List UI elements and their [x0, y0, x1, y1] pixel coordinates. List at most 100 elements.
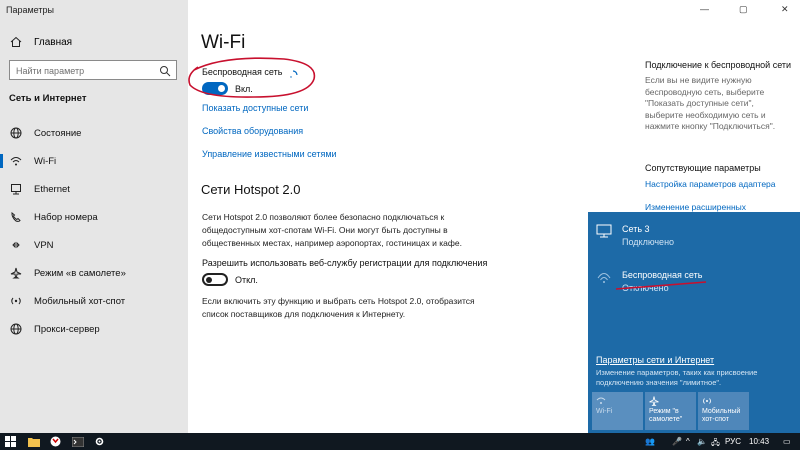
sidebar-item-hotspot[interactable]: Мобильный хот-спот: [0, 287, 188, 315]
maximize-button[interactable]: ▢: [739, 4, 748, 15]
hotspot-desc-line: общественных местах, например аэропортах…: [202, 238, 462, 248]
sidebar-item-airplane[interactable]: Режим «в самолете»: [0, 259, 188, 287]
sidebar-item-label: Wi-Fi: [34, 155, 57, 167]
sidebar-item-wifi[interactable]: Wi-Fi: [0, 147, 188, 175]
tile-label: Мобильный хот-спот: [702, 408, 741, 423]
settings-taskbar-button[interactable]: [93, 435, 106, 448]
sidebar-item-vpn[interactable]: VPN: [0, 231, 188, 259]
hotspot-note-line: список поставщиков для подключения к Инт…: [202, 309, 406, 319]
start-button[interactable]: [4, 435, 17, 448]
app-title: Параметры: [6, 5, 54, 15]
home-label: Главная: [34, 36, 73, 48]
language-indicator[interactable]: РУС: [725, 437, 741, 446]
hotspot-toggle-state: Откл.: [235, 275, 258, 285]
globe-icon: [10, 127, 22, 139]
help-line: Если вы не видите нужную: [645, 75, 752, 85]
hotspot-toggle[interactable]: [202, 273, 228, 286]
sidebar-item-label: Набор номера: [34, 211, 98, 223]
tile-wifi[interactable]: Wi-Fi: [592, 392, 643, 430]
phone-icon: [10, 211, 22, 223]
show-networks-link[interactable]: Показать доступные сети: [202, 103, 308, 113]
search-input[interactable]: [10, 62, 150, 80]
flyout-note: Изменение параметров, таких как присвоен…: [596, 368, 758, 387]
wifi-icon: [596, 397, 606, 404]
hardware-properties-link[interactable]: Свойства оборудования: [202, 126, 303, 136]
section-title: Сеть и Интернет: [9, 93, 87, 104]
adapter-settings-link[interactable]: Настройка параметров адаптера: [645, 179, 776, 189]
network-status: Подключено: [622, 237, 675, 247]
help-line: "Показать доступные сети",: [645, 98, 754, 108]
home-icon: [10, 36, 22, 48]
network-text: Сеть 3 Подключено: [622, 224, 674, 247]
sidebar-item-status[interactable]: Состояние: [0, 119, 188, 147]
sidebar-item-label: Состояние: [34, 127, 82, 139]
sidebar-item-label: Мобильный хот-спот: [34, 295, 126, 307]
wifi-off-icon: [597, 273, 611, 283]
sidebar-item-proxy[interactable]: Прокси-сервер: [0, 315, 188, 343]
sidebar-item-dialup[interactable]: Набор номера: [0, 203, 188, 231]
help-line: выберите необходимую сеть и: [645, 109, 766, 120]
system-tray-chevron-icon[interactable]: ^: [686, 437, 690, 446]
hotspot-icon: [10, 295, 22, 307]
network-name: Сеть 3: [622, 224, 650, 234]
hotspot-desc-line: Сети Hotspot 2.0 позволяют более безопас…: [202, 212, 445, 222]
gear-icon: [95, 437, 104, 446]
vpn-icon: [10, 239, 22, 251]
hotspot-description: Сети Hotspot 2.0 позволяют более безопас…: [202, 211, 462, 250]
airplane-icon: [10, 267, 22, 279]
hotspot-registration-label: Разрешить использовать веб-службу регист…: [202, 258, 488, 268]
annotation-ellipse: [188, 57, 316, 98]
sidebar-item-label: Режим «в самолете»: [34, 267, 126, 279]
clock[interactable]: 10:43: [749, 437, 769, 446]
sidebar-item-ethernet[interactable]: Ethernet: [0, 175, 188, 203]
search-box[interactable]: [9, 60, 177, 80]
help-line: беспроводную сеть, выберите: [645, 86, 765, 97]
ethernet-icon: [10, 183, 22, 195]
volume-icon[interactable]: 🔈: [697, 437, 707, 446]
hotspot-desc-line: общедоступным хот-спотам Wi-Fi. Они могу…: [202, 225, 448, 235]
tile-hotspot[interactable]: Мобильный хот-спот: [698, 392, 749, 430]
toggle-knob: [206, 276, 212, 283]
help-line: нажмите кнопку "Подключиться".: [645, 121, 776, 131]
browser-icon: [50, 436, 61, 447]
close-button[interactable]: ✕: [781, 4, 789, 15]
windows-logo-icon: [5, 436, 16, 447]
globe-icon: [10, 323, 22, 335]
advanced-settings-link[interactable]: Изменение расширенных: [645, 202, 746, 212]
home-nav-item[interactable]: Главная: [10, 36, 72, 48]
browser-taskbar-button[interactable]: [49, 435, 62, 448]
tile-label: Режим "в самолете": [649, 408, 683, 423]
terminal-icon: [71, 436, 84, 447]
related-settings-title: Сопутствующие параметры: [645, 163, 761, 173]
tile-airplane[interactable]: Режим "в самолете": [645, 392, 696, 430]
microphone-icon[interactable]: 🎤: [672, 437, 682, 446]
quick-actions: Wi-Fi Режим "в самолете" Мобильный хот-с…: [592, 392, 749, 430]
network-flyout: Сеть 3 Подключено Беспроводная сеть Откл…: [588, 212, 800, 433]
sidebar-item-label: VPN: [34, 239, 54, 251]
taskbar: 👥 🎤 ^ 🔈 🖧 РУС 10:43 ▭: [0, 433, 800, 450]
sidebar-item-label: Прокси-сервер: [34, 323, 100, 335]
annotation-underline: [615, 281, 707, 290]
minimize-button[interactable]: —: [700, 4, 709, 14]
page-title: Wi-Fi: [201, 32, 246, 53]
explorer-taskbar-button[interactable]: [27, 435, 40, 448]
terminal-taskbar-button[interactable]: [71, 435, 84, 448]
wireless-help-text: Если вы не видите нужную беспроводную се…: [645, 75, 785, 133]
wifi-icon: [10, 155, 22, 167]
sidebar-nav: Состояние Wi-Fi Ethernet Набор номера VP…: [0, 119, 188, 343]
hotspot-heading: Сети Hotspot 2.0: [201, 182, 301, 197]
notifications-icon[interactable]: ▭: [783, 437, 791, 446]
network-settings-link[interactable]: Параметры сети и Интернет: [596, 355, 714, 365]
manage-known-networks-link[interactable]: Управление известными сетями: [202, 149, 337, 159]
sidebar: Параметры Главная Сеть и Интернет Состоя…: [0, 0, 188, 433]
airplane-icon: [649, 396, 659, 406]
hotspot-note-line: Если включить эту функцию и выбрать сеть…: [202, 296, 475, 306]
tile-label: Wi-Fi: [596, 408, 613, 415]
sidebar-item-label: Ethernet: [34, 183, 70, 195]
network-item-ethernet[interactable]: Сеть 3 Подключено: [596, 224, 674, 247]
search-icon[interactable]: [159, 64, 171, 77]
network-tray-icon[interactable]: 🖧: [711, 437, 720, 450]
people-icon[interactable]: 👥: [645, 437, 655, 446]
monitor-icon: [596, 224, 612, 238]
network-name: Беспроводная сеть: [622, 270, 703, 280]
